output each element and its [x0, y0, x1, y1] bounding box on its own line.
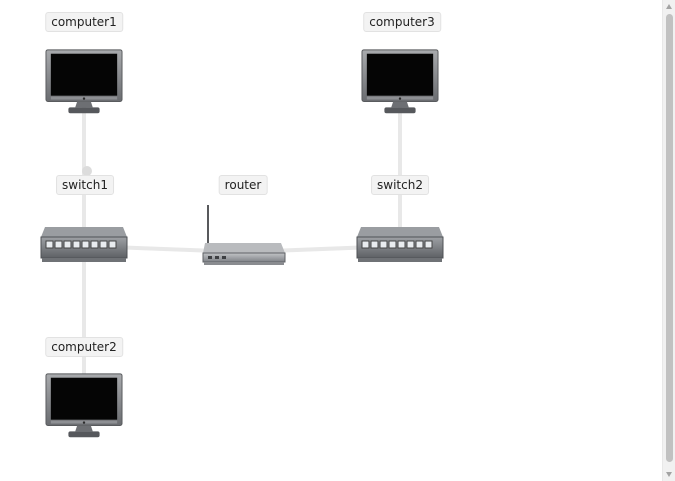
node-label-computer3: computer3	[363, 12, 441, 32]
computer1-monitor-icon[interactable]	[45, 48, 123, 116]
switch2-network-switch-icon[interactable]	[356, 225, 444, 265]
node-label-computer2: computer2	[45, 337, 123, 357]
computer2-monitor-icon[interactable]	[45, 372, 123, 440]
node-label-router: router	[218, 175, 268, 195]
network-topology-canvas[interactable]: computer1 computer3 switch1 router switc…	[0, 0, 662, 481]
node-label-switch1: switch1	[56, 175, 114, 195]
node-label-switch2: switch2	[371, 175, 429, 195]
computer3-monitor-icon[interactable]	[361, 48, 439, 116]
scroll-up-arrow-icon[interactable]	[666, 4, 672, 9]
vertical-scrollbar[interactable]	[662, 0, 675, 481]
router-wireless-router-icon[interactable]	[202, 203, 286, 267]
switch1-network-switch-icon[interactable]	[40, 225, 128, 265]
scrollbar-thumb[interactable]	[666, 14, 673, 462]
scroll-down-arrow-icon[interactable]	[666, 472, 672, 477]
node-label-computer1: computer1	[45, 12, 123, 32]
